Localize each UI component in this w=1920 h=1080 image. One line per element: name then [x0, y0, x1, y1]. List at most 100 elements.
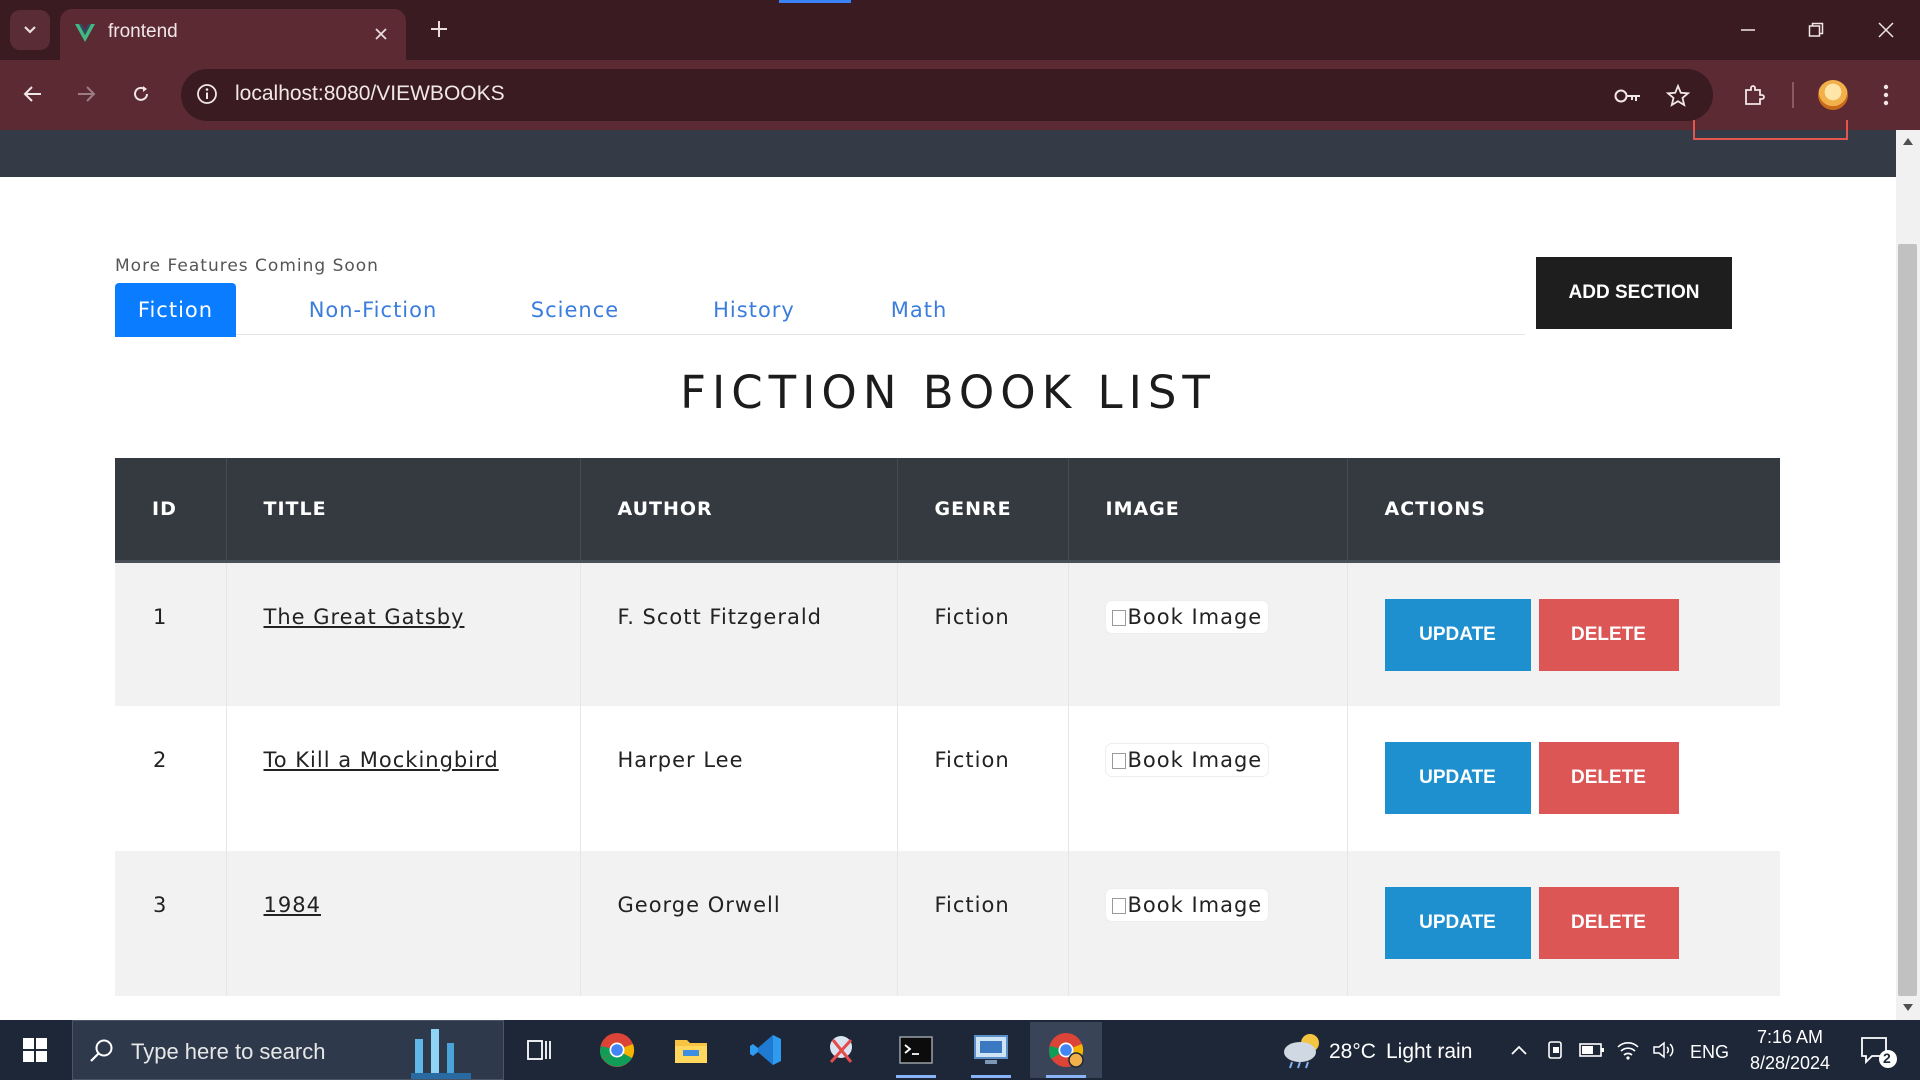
book-title-cell: To Kill a Mockingbird: [226, 706, 581, 851]
extensions-button[interactable]: [1734, 75, 1774, 115]
language-indicator[interactable]: ENG: [1690, 1042, 1729, 1063]
book-image-alt: Book Image: [1127, 893, 1263, 917]
delete-button[interactable]: DELETE: [1538, 887, 1679, 959]
book-title-link[interactable]: 1984: [264, 893, 321, 917]
remote-desktop-icon: [974, 1035, 1008, 1064]
address-bar[interactable]: localhost:8080/VIEWBOOKS: [181, 69, 1713, 121]
update-button[interactable]: UPDATE: [1384, 887, 1531, 959]
book-id: 2: [115, 706, 227, 851]
chevron-up-icon[interactable]: [1505, 1036, 1533, 1064]
tab-science[interactable]: Science: [518, 283, 632, 337]
close-window-button[interactable]: [1852, 0, 1920, 60]
weather-rain-icon[interactable]: [1278, 1030, 1328, 1070]
book-image: Book Image: [1105, 744, 1269, 776]
search-icon: [89, 1037, 115, 1068]
url-text[interactable]: localhost:8080/VIEWBOOKS: [235, 82, 505, 106]
taskbar-terminal[interactable]: [880, 1022, 952, 1078]
tab-title: frontend: [108, 21, 178, 42]
coming-soon-note: More Features Coming Soon: [115, 256, 379, 276]
task-view-button[interactable]: [504, 1022, 576, 1078]
minimize-button[interactable]: [1714, 0, 1782, 60]
book-image: Book Image: [1105, 889, 1269, 921]
weather-temperature[interactable]: 28°C: [1329, 1040, 1376, 1064]
toolbar-divider: [1792, 82, 1794, 108]
close-tab-icon[interactable]: [368, 21, 394, 47]
weather-description[interactable]: Light rain: [1386, 1040, 1472, 1064]
taskbar-search[interactable]: Type here to search: [72, 1020, 504, 1080]
vue-logo-icon: [74, 22, 96, 49]
taskbar-file-explorer[interactable]: [655, 1022, 727, 1078]
forward-button[interactable]: [66, 74, 106, 114]
delete-button[interactable]: DELETE: [1538, 598, 1679, 671]
books-table: ID TITLE AUTHOR GENRE IMAGE ACTIONS 1 Th…: [115, 458, 1780, 996]
wifi-icon[interactable]: [1614, 1036, 1642, 1064]
taskbar-remote-desktop[interactable]: [955, 1022, 1027, 1078]
header-button[interactable]: [1693, 120, 1848, 140]
book-title-link[interactable]: To Kill a Mockingbird: [264, 748, 499, 772]
delete-button[interactable]: DELETE: [1538, 742, 1679, 814]
header-genre: GENRE: [897, 458, 1069, 561]
profile-avatar[interactable]: [1818, 80, 1848, 110]
header-image: IMAGE: [1068, 458, 1348, 561]
running-indicator: [896, 1075, 936, 1078]
site-info-icon[interactable]: [195, 82, 219, 111]
app-header: [0, 120, 1896, 177]
reload-button[interactable]: [121, 74, 161, 114]
tab-history[interactable]: History: [692, 283, 816, 337]
broken-image-icon: [1111, 898, 1126, 914]
kebab-menu-icon: [1883, 84, 1889, 106]
running-indicator: [1046, 1075, 1086, 1078]
back-button[interactable]: [13, 74, 53, 114]
loading-indicator: [779, 0, 851, 3]
arrow-right-icon: [78, 86, 96, 102]
update-button[interactable]: UPDATE: [1384, 598, 1531, 671]
table-row: 2 To Kill a Mockingbird Harper Lee Ficti…: [115, 706, 1780, 851]
vscode-icon: [750, 1035, 781, 1065]
table-row: 3 1984 George Orwell Fiction Book Image …: [115, 851, 1780, 996]
broken-image-icon: [1111, 609, 1126, 626]
book-image-cell: Book Image: [1068, 706, 1348, 851]
taskbar-snipping-tool[interactable]: [805, 1022, 877, 1078]
new-tab-button[interactable]: [422, 12, 456, 46]
book-author: George Orwell: [580, 851, 898, 996]
reload-icon: [134, 86, 148, 101]
terminal-icon: [899, 1036, 933, 1064]
taskbar-chrome[interactable]: [581, 1022, 653, 1078]
browser-tab[interactable]: frontend: [60, 9, 406, 60]
running-indicator: [971, 1075, 1011, 1078]
system-clock[interactable]: 7:16 AM 8/28/2024: [1735, 1024, 1845, 1076]
header-author: AUTHOR: [580, 458, 898, 561]
notification-center-button[interactable]: 2: [1858, 1034, 1898, 1070]
book-genre: Fiction: [897, 561, 1069, 706]
menu-button[interactable]: [1866, 75, 1906, 115]
header-actions: ACTIONS: [1384, 497, 1486, 520]
volume-icon[interactable]: [1650, 1036, 1678, 1064]
tab-non-fiction[interactable]: Non-Fiction: [288, 283, 458, 337]
add-section-button[interactable]: ADD SECTION: [1536, 257, 1732, 329]
taskbar-chrome-active[interactable]: [1030, 1022, 1102, 1078]
key-icon[interactable]: [1613, 81, 1643, 111]
restore-button[interactable]: [1782, 0, 1850, 60]
book-title-cell: The Great Gatsby: [226, 561, 581, 706]
notification-icon: [1861, 1037, 1897, 1068]
taskbar-vscode[interactable]: [730, 1022, 802, 1078]
book-id: 1: [115, 561, 227, 706]
arrow-left-icon: [23, 86, 41, 102]
book-genre: Fiction: [897, 851, 1069, 996]
update-button[interactable]: UPDATE: [1384, 742, 1531, 814]
meet-now-icon[interactable]: [1542, 1036, 1570, 1064]
chrome-icon: [600, 1033, 635, 1067]
scroll-up-icon[interactable]: [1903, 138, 1913, 145]
battery-icon[interactable]: [1578, 1036, 1606, 1064]
tab-fiction[interactable]: Fiction: [115, 283, 236, 337]
tab-search-button[interactable]: [10, 10, 50, 50]
start-button[interactable]: [0, 1020, 70, 1080]
book-title-link[interactable]: The Great Gatsby: [264, 605, 465, 629]
book-author: Harper Lee: [580, 706, 898, 851]
table-row: 1 The Great Gatsby F. Scott Fitzgerald F…: [115, 561, 1780, 706]
bookmark-star-icon[interactable]: [1663, 81, 1693, 111]
scroll-down-icon[interactable]: [1903, 1004, 1913, 1011]
scrollbar-thumb[interactable]: [1898, 244, 1917, 996]
tab-math[interactable]: Math: [874, 283, 964, 337]
close-icon: [1878, 22, 1894, 38]
